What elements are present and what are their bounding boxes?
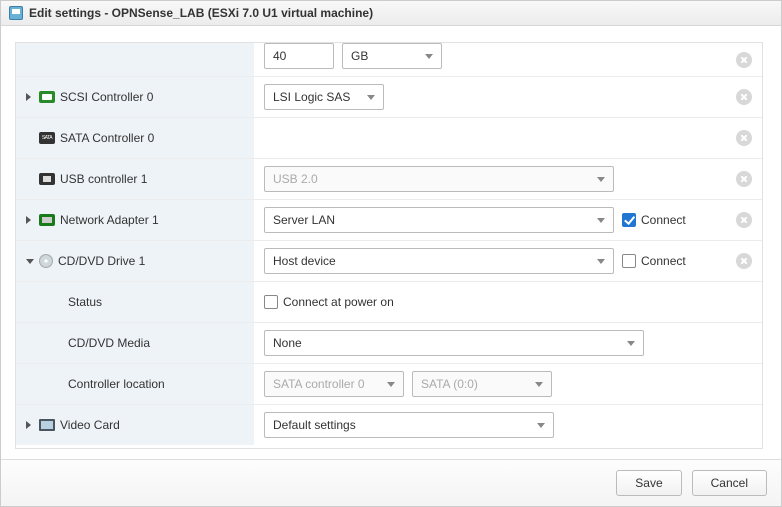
row-network: Network Adapter 1 Server LAN Connect [16, 199, 762, 240]
sata-label-cell: SATA Controller 0 [16, 118, 254, 158]
row-usb: USB controller 1 USB 2.0 [16, 158, 762, 199]
row-cd-media: CD/DVD Media None [16, 322, 762, 363]
expand-caret-icon [26, 93, 34, 101]
usb-value-cell: USB 2.0 [254, 159, 762, 199]
collapse-caret-icon [26, 257, 34, 265]
remove-usb-button[interactable] [736, 171, 752, 187]
cd-media-value-cell: None [254, 323, 762, 363]
row-cddvd: CD/DVD Drive 1 Host device Connect [16, 240, 762, 281]
cd-connect-checkbox[interactable]: Connect [622, 254, 686, 268]
row-scsi: SCSI Controller 0 LSI Logic SAS [16, 76, 762, 117]
cancel-button[interactable]: Cancel [692, 470, 767, 496]
sata-label: SATA Controller 0 [60, 131, 154, 145]
disk-unit-value: GB [351, 49, 368, 63]
row-sata: SATA Controller 0 [16, 117, 762, 158]
cd-status-label-cell: Status [16, 282, 254, 322]
checkbox-unchecked-icon [264, 295, 278, 309]
title-bar: Edit settings - OPNSense_LAB (ESXi 7.0 U… [1, 1, 781, 26]
network-connect-label: Connect [641, 213, 686, 227]
remove-network-button[interactable] [736, 212, 752, 228]
cd-ctrl-slot-value: SATA (0:0) [421, 377, 478, 391]
cddvd-label-cell[interactable]: CD/DVD Drive 1 [16, 241, 254, 281]
cd-ctrl-bus-value: SATA controller 0 [273, 377, 365, 391]
cd-poweron-checkbox[interactable]: Connect at power on [264, 295, 394, 309]
checkbox-checked-icon [622, 213, 636, 227]
cd-media-label-cell: CD/DVD Media [16, 323, 254, 363]
hardware-panel[interactable]: 40 GB SCSI Controller 0 LSI Logic SAS [15, 42, 763, 449]
scsi-type-value: LSI Logic SAS [273, 90, 350, 104]
scsi-label-cell[interactable]: SCSI Controller 0 [16, 77, 254, 117]
cd-ctrl-bus-select: SATA controller 0 [264, 371, 404, 397]
cd-ctrl-value-cell: SATA controller 0 SATA (0:0) [254, 364, 762, 404]
disk-unit-select[interactable]: GB [342, 43, 442, 69]
cd-ctrl-slot-select: SATA (0:0) [412, 371, 552, 397]
dialog-footer: Save Cancel [1, 459, 781, 506]
video-label: Video Card [60, 418, 120, 432]
usb-label-cell: USB controller 1 [16, 159, 254, 199]
cd-status-value-cell: Connect at power on [254, 288, 762, 316]
remove-sata-button[interactable] [736, 130, 752, 146]
cd-icon [39, 254, 53, 268]
hard-disk-value-cell: 40 GB [254, 43, 762, 76]
cd-source-value: Host device [273, 254, 336, 268]
disk-size-input[interactable]: 40 [264, 43, 334, 69]
remove-scsi-button[interactable] [736, 89, 752, 105]
edit-settings-dialog: Edit settings - OPNSense_LAB (ESXi 7.0 U… [0, 0, 782, 507]
scsi-icon [39, 91, 55, 103]
network-value: Server LAN [273, 213, 335, 227]
network-icon [39, 214, 55, 226]
video-settings-select[interactable]: Default settings [264, 412, 554, 438]
dialog-title: Edit settings - OPNSense_LAB (ESXi 7.0 U… [29, 6, 373, 20]
usb-label: USB controller 1 [60, 172, 147, 186]
network-label: Network Adapter 1 [60, 213, 159, 227]
cd-ctrl-label: Controller location [68, 377, 165, 391]
cd-media-select[interactable]: None [264, 330, 644, 356]
row-cd-status: Status Connect at power on [16, 281, 762, 322]
expand-caret-icon [26, 216, 34, 224]
hard-disk-label-cell [16, 43, 254, 76]
cd-connect-label: Connect [641, 254, 686, 268]
sata-value-cell [254, 131, 762, 145]
cd-source-select[interactable]: Host device [264, 248, 614, 274]
cd-ctrl-label-cell: Controller location [16, 364, 254, 404]
scsi-label: SCSI Controller 0 [60, 90, 153, 104]
row-cd-ctrl: Controller location SATA controller 0 SA… [16, 363, 762, 404]
row-hard-disk: 40 GB [16, 43, 762, 76]
network-label-cell[interactable]: Network Adapter 1 [16, 200, 254, 240]
row-video: Video Card Default settings [16, 404, 762, 445]
usb-type-select: USB 2.0 [264, 166, 614, 192]
network-connect-checkbox[interactable]: Connect [622, 213, 686, 227]
usb-icon [39, 173, 55, 185]
remove-cd-button[interactable] [736, 253, 752, 269]
sata-icon [39, 132, 55, 144]
video-settings-value: Default settings [273, 418, 356, 432]
save-button[interactable]: Save [616, 470, 681, 496]
content-viewport: 40 GB SCSI Controller 0 LSI Logic SAS [1, 26, 781, 459]
video-value-cell: Default settings [254, 405, 762, 445]
vm-icon [9, 6, 23, 20]
usb-type-value: USB 2.0 [273, 172, 318, 186]
remove-disk-button[interactable] [736, 52, 752, 68]
network-value-cell: Server LAN Connect [254, 200, 762, 240]
cd-poweron-label: Connect at power on [283, 295, 394, 309]
cddvd-label: CD/DVD Drive 1 [58, 254, 145, 268]
network-select[interactable]: Server LAN [264, 207, 614, 233]
cddvd-value-cell: Host device Connect [254, 241, 762, 281]
expand-caret-icon [26, 421, 34, 429]
cd-media-value: None [273, 336, 302, 350]
video-label-cell[interactable]: Video Card [16, 405, 254, 445]
checkbox-unchecked-icon [622, 254, 636, 268]
cd-media-label: CD/DVD Media [68, 336, 150, 350]
scsi-value-cell: LSI Logic SAS [254, 77, 762, 117]
cd-status-label: Status [68, 295, 102, 309]
video-icon [39, 419, 55, 431]
scsi-type-select[interactable]: LSI Logic SAS [264, 84, 384, 110]
